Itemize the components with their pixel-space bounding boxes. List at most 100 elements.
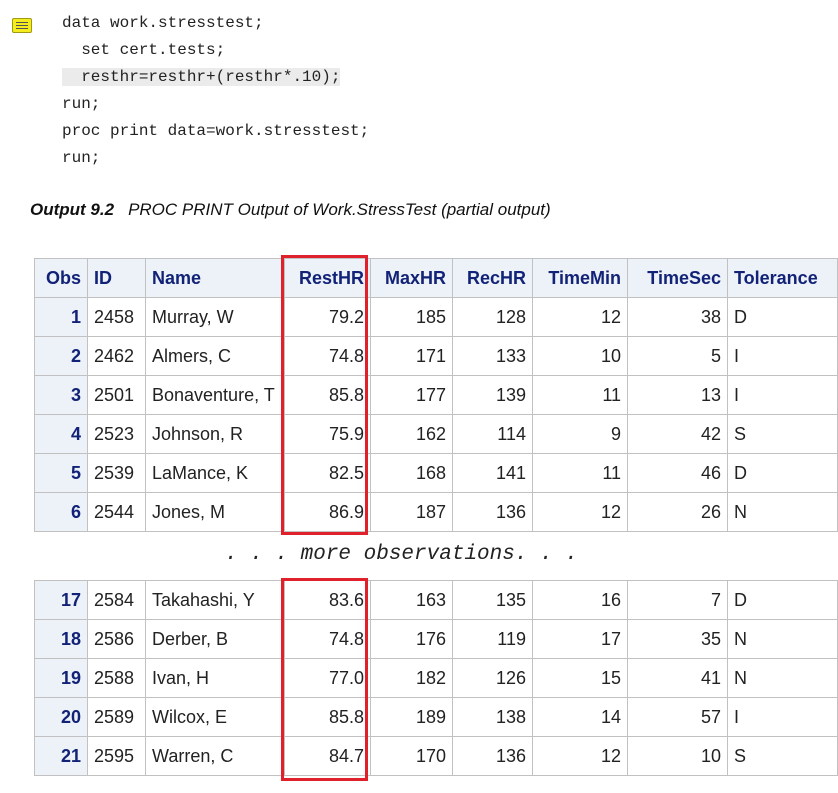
caption-label: Output 9.2 — [30, 200, 115, 219]
cell-timemin: 12 — [532, 492, 628, 532]
table-row: 17 2584 Takahashi, Y 83.6 163 135 16 7 D — [34, 580, 838, 620]
table-row: 6 2544 Jones, M 86.9 187 136 12 26 N — [34, 492, 838, 532]
cell-maxhr: 170 — [370, 736, 453, 776]
cell-obs: 21 — [34, 736, 88, 776]
cell-rechr: 126 — [452, 658, 533, 698]
cell-tolerance: N — [727, 658, 838, 698]
resthr-highlight-box-top — [281, 255, 368, 535]
code-line: run; — [62, 95, 101, 113]
cell-tolerance: I — [727, 697, 838, 737]
cell-obs: 2 — [34, 336, 88, 376]
cell-timemin: 12 — [532, 297, 628, 337]
cell-timemin: 16 — [532, 580, 628, 620]
cell-obs: 5 — [34, 453, 88, 493]
cell-rechr: 135 — [452, 580, 533, 620]
cell-obs: 4 — [34, 414, 88, 454]
cell-tolerance: D — [727, 453, 838, 493]
cell-id: 2586 — [87, 619, 146, 659]
cell-id: 2588 — [87, 658, 146, 698]
cell-name: Takahashi, Y — [145, 580, 285, 620]
cell-rechr: 128 — [452, 297, 533, 337]
cell-obs: 18 — [34, 619, 88, 659]
cell-timemin: 12 — [532, 736, 628, 776]
cell-name: Bonaventure, T — [145, 375, 285, 415]
cell-maxhr: 187 — [370, 492, 453, 532]
table-row: 4 2523 Johnson, R 75.9 162 114 9 42 S — [34, 414, 838, 454]
cell-maxhr: 185 — [370, 297, 453, 337]
cell-id: 2589 — [87, 697, 146, 737]
cell-tolerance: D — [727, 297, 838, 337]
cell-maxhr: 168 — [370, 453, 453, 493]
table-row: 2 2462 Almers, C 74.8 171 133 10 5 I — [34, 336, 838, 376]
column-header-timesec: TimeSec — [627, 258, 728, 298]
cell-maxhr: 182 — [370, 658, 453, 698]
cell-id: 2544 — [87, 492, 146, 532]
code-line: run; — [62, 149, 101, 167]
cell-rechr: 139 — [452, 375, 533, 415]
column-header-id: ID — [87, 258, 146, 298]
cell-obs: 17 — [34, 580, 88, 620]
cell-tolerance: S — [727, 736, 838, 776]
output-caption: Output 9.2 PROC PRINT Output of Work.Stre… — [30, 200, 551, 220]
cell-timemin: 17 — [532, 619, 628, 659]
cell-timemin: 9 — [532, 414, 628, 454]
caption-title: PROC PRINT Output of Work.StressTest (pa… — [128, 200, 551, 219]
table-row: 5 2539 LaMance, K 82.5 168 141 11 46 D — [34, 453, 838, 493]
cell-timemin: 11 — [532, 453, 628, 493]
column-header-maxhr: MaxHR — [370, 258, 453, 298]
cell-rechr: 138 — [452, 697, 533, 737]
cell-id: 2595 — [87, 736, 146, 776]
cell-name: Jones, M — [145, 492, 285, 532]
output-table-top: Obs ID Name RestHR MaxHR RecHR TimeMin TimeSec T… — [34, 258, 838, 532]
table-row: 21 2595 Warren, C 84.7 170 136 12 10 S — [34, 736, 838, 776]
cell-name: Ivan, H — [145, 658, 285, 698]
cell-timesec: 46 — [627, 453, 728, 493]
column-header-obs: Obs — [34, 258, 88, 298]
cell-timesec: 13 — [627, 375, 728, 415]
table-row: 3 2501 Bonaventure, T 85.8 177 139 11 13 I — [34, 375, 838, 415]
cell-name: LaMance, K — [145, 453, 285, 493]
cell-id: 2584 — [87, 580, 146, 620]
table-row: 19 2588 Ivan, H 77.0 182 126 15 41 N — [34, 658, 838, 698]
cell-tolerance: I — [727, 336, 838, 376]
cell-timemin: 14 — [532, 697, 628, 737]
cell-rechr: 141 — [452, 453, 533, 493]
resthr-highlight-box-bottom — [281, 578, 368, 781]
sticky-note-icon[interactable] — [12, 18, 32, 33]
cell-rechr: 136 — [452, 492, 533, 532]
cell-tolerance: S — [727, 414, 838, 454]
cell-name: Wilcox, E — [145, 697, 285, 737]
cell-name: Warren, C — [145, 736, 285, 776]
cell-tolerance: D — [727, 580, 838, 620]
cell-timesec: 57 — [627, 697, 728, 737]
cell-timesec: 35 — [627, 619, 728, 659]
code-block: data work.stresstest; set cert.tests; re… — [62, 10, 369, 172]
cell-timemin: 15 — [532, 658, 628, 698]
highlighted-code: resthr=resthr+(resthr*.10); — [62, 68, 341, 86]
cell-obs: 6 — [34, 492, 88, 532]
cell-rechr: 136 — [452, 736, 533, 776]
cell-maxhr: 177 — [370, 375, 453, 415]
cell-rechr: 119 — [452, 619, 533, 659]
cell-id: 2458 — [87, 297, 146, 337]
cell-maxhr: 176 — [370, 619, 453, 659]
cell-obs: 1 — [34, 297, 88, 337]
cell-id: 2462 — [87, 336, 146, 376]
cell-timemin: 11 — [532, 375, 628, 415]
cell-rechr: 114 — [452, 414, 533, 454]
code-line: data work.stresstest; — [62, 14, 264, 32]
cell-obs: 3 — [34, 375, 88, 415]
cell-rechr: 133 — [452, 336, 533, 376]
cell-name: Derber, B — [145, 619, 285, 659]
code-line-highlighted: resthr=resthr+(resthr*.10); — [62, 64, 369, 91]
cell-tolerance: N — [727, 492, 838, 532]
cell-maxhr: 163 — [370, 580, 453, 620]
cell-timemin: 10 — [532, 336, 628, 376]
cell-tolerance: I — [727, 375, 838, 415]
table-row: 20 2589 Wilcox, E 85.8 189 138 14 57 I — [34, 697, 838, 737]
cell-timesec: 7 — [627, 580, 728, 620]
cell-timesec: 5 — [627, 336, 728, 376]
cell-name: Murray, W — [145, 297, 285, 337]
code-line: set cert.tests; — [62, 41, 226, 59]
cell-id: 2523 — [87, 414, 146, 454]
